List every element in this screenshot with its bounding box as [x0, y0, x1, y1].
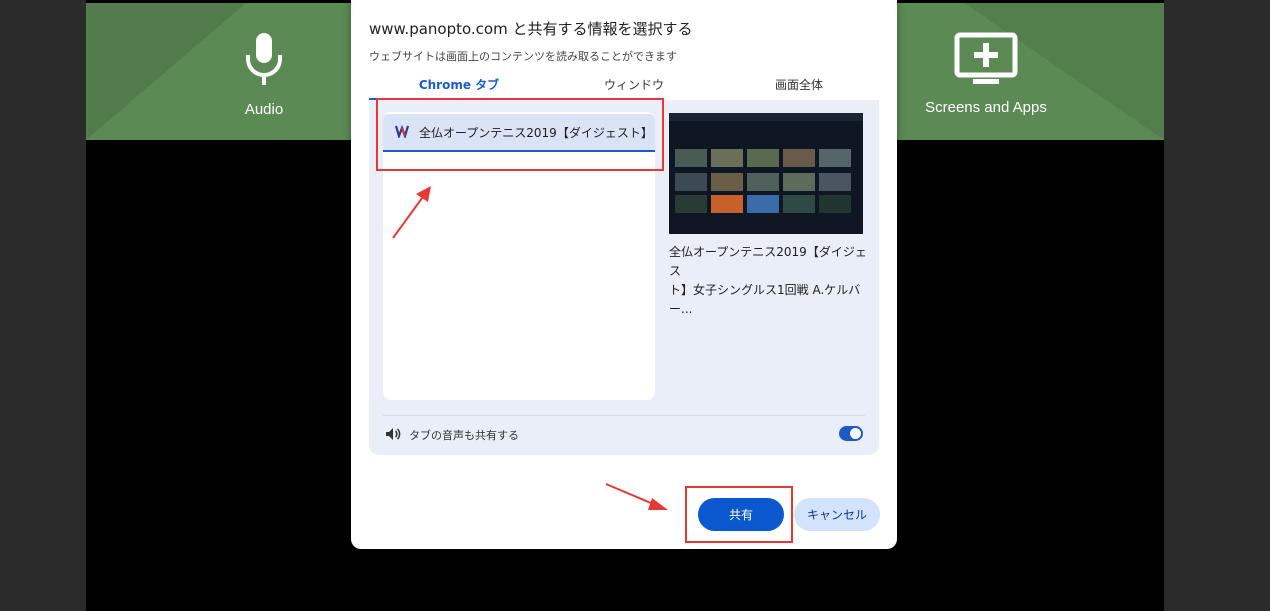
preview-caption: 全仏オープンテニス2019【ダイジェス ト】女子シングルス1回戦 A.ケルバー.… [669, 243, 867, 319]
tab-window[interactable]: ウィンドウ [549, 72, 719, 98]
preview-caption-line2: ト】女子シングルス1回戦 A.ケルバー... [669, 283, 861, 316]
screens-and-apps-label: Screens and Apps [925, 99, 1047, 116]
list-item[interactable]: 全仏オープンテニス2019【ダイジェスト】... [383, 114, 655, 152]
dialog-title: www.panopto.com と共有する情報を選択する [369, 20, 693, 38]
tab-content-panel: 全仏オープンテニス2019【ダイジェスト】... 全仏オープンテニス2019【ダ… [369, 100, 879, 455]
site-favicon-icon [395, 124, 409, 138]
list-item-title: 全仏オープンテニス2019【ダイジェスト】... [419, 126, 649, 140]
banner-shade-left [86, 3, 246, 140]
preview-caption-line1: 全仏オープンテニス2019【ダイジェス [669, 245, 867, 278]
tab-list: 全仏オープンテニス2019【ダイジェスト】... [383, 112, 655, 400]
tab-preview-thumbnail [669, 113, 863, 234]
audio-label: Audio [244, 101, 284, 118]
tab-entire-screen[interactable]: 画面全体 [719, 72, 879, 98]
share-audio-toggle[interactable] [839, 426, 863, 441]
add-screen-icon [954, 32, 1018, 84]
dialog-subtitle: ウェブサイトは画面上のコンテンツを読み取ることができます [369, 50, 677, 63]
microphone-icon [246, 33, 282, 85]
share-button[interactable]: 共有 [698, 498, 784, 531]
source-tabs: Chrome タブ ウィンドウ 画面全体 [369, 72, 879, 100]
audio-option[interactable]: Audio [234, 31, 294, 118]
share-audio-label: タブの音声も共有する [409, 429, 519, 442]
tab-chrome-tab[interactable]: Chrome タブ [369, 72, 549, 100]
toggle-knob [850, 428, 861, 439]
share-audio-row: タブの音声も共有する [383, 415, 865, 452]
speaker-icon [386, 428, 401, 440]
cancel-button[interactable]: キャンセル [794, 498, 880, 531]
preview-toolbar [669, 113, 863, 121]
share-picker-dialog: www.panopto.com と共有する情報を選択する ウェブサイトは画面上の… [351, 0, 897, 549]
screens-and-apps-option[interactable]: Screens and Apps [916, 31, 1056, 116]
